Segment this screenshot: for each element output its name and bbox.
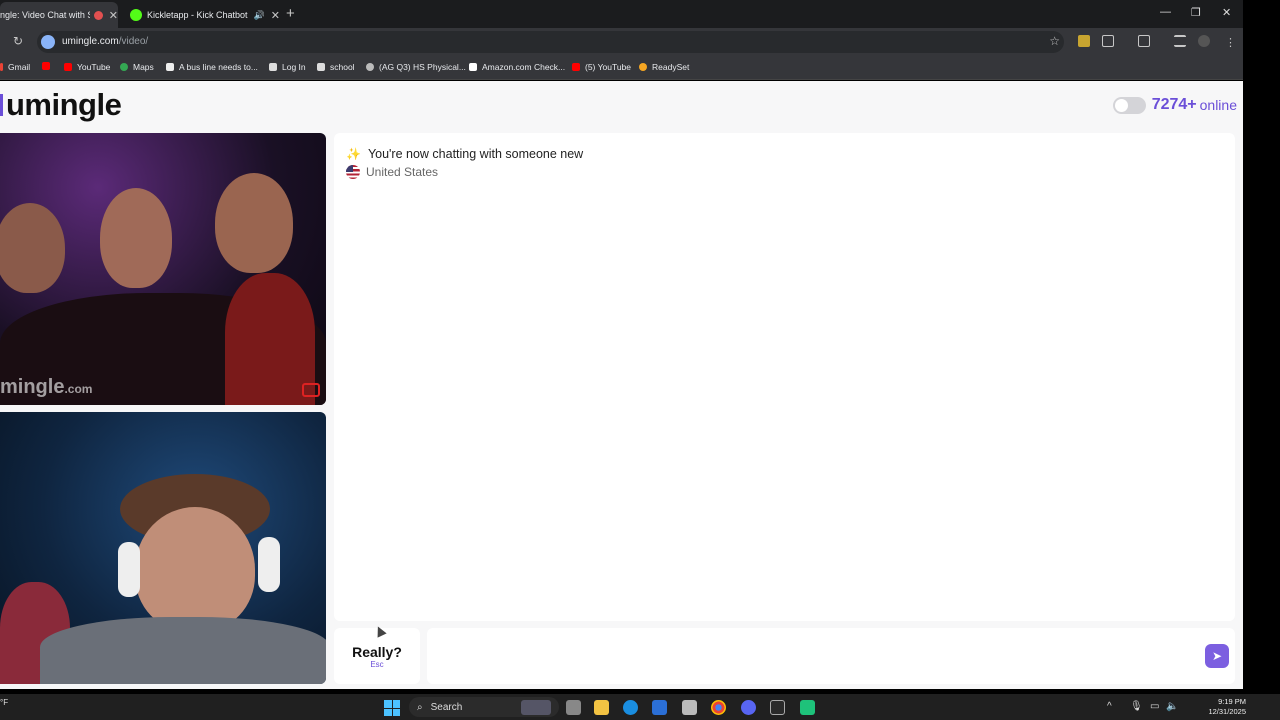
bookmarks-bar: Gmail YouTube Maps A bus line needs to..… (0, 56, 1243, 80)
url-text: umingle.com/video/ (62, 36, 148, 47)
speaker-icon[interactable]: 🔊 (254, 10, 265, 21)
taskbar-search-label: Search (430, 701, 463, 713)
logo-mark (0, 94, 3, 116)
close-tab-icon[interactable]: ✕ (271, 9, 280, 22)
local-shirt (40, 617, 326, 684)
site-info-icon[interactable] (41, 35, 55, 49)
microphone-icon[interactable]: 🎙 (1130, 701, 1143, 712)
tray-chevron-icon[interactable]: ^ (1107, 701, 1112, 712)
umingle-page: umingle 7274+ online mingle.com ✨ You're… (0, 81, 1243, 689)
taskbar: °F ⌕ Search ^ 🎙 ▭ 🔈 9:19 PM 12/31/2025 (0, 694, 1280, 720)
send-icon: ➤ (1211, 649, 1223, 663)
mail-icon[interactable] (652, 700, 667, 715)
bookmark-star-icon[interactable]: ☆ (1049, 34, 1060, 48)
bookmark-maps[interactable]: Maps (120, 62, 154, 72)
theme-toggle[interactable] (1112, 96, 1146, 114)
clock-date: 12/31/2025 (1208, 707, 1246, 716)
search-highlight-icon[interactable] (521, 700, 551, 715)
remote-face-3 (215, 173, 293, 273)
new-chat-line: ✨ You're now chatting with someone new (346, 147, 584, 161)
online-count: 7274+ (1151, 96, 1197, 113)
bookmark-youtube-icon[interactable] (42, 62, 55, 70)
store-icon[interactable] (682, 700, 697, 715)
country-line: United States (346, 165, 583, 179)
tab-strip: ngle: Video Chat with S ✕ Kickletapp - K… (0, 0, 1243, 28)
close-tab-icon[interactable]: ✕ (109, 9, 118, 22)
cast-icon[interactable] (1138, 35, 1150, 47)
headphones-left-icon (118, 542, 140, 597)
clock-time: 9:19 PM (1218, 697, 1246, 706)
task-view-icon[interactable] (566, 700, 581, 715)
bookmark-readyset[interactable]: ReadySet (639, 62, 689, 72)
tab-kicklet[interactable]: Kickletapp - Kick Chatbot a 🔊 ✕ (124, 2, 280, 28)
tab-title: ngle: Video Chat with S (0, 10, 90, 20)
recording-icon (93, 10, 103, 20)
tab-title: Kickletapp - Kick Chatbot a (147, 10, 248, 20)
sparkles-icon: ✨ (346, 147, 361, 161)
reload-icon[interactable]: ↻ (13, 34, 23, 48)
bookmark-youtube-5[interactable]: (5) YouTube (572, 62, 631, 72)
search-icon: ⌕ (417, 701, 423, 713)
remote-video: mingle.com (0, 133, 326, 405)
stop-button-hint: Esc (370, 660, 384, 669)
message-box: ➤ (427, 628, 1235, 684)
system-message: ✨ You're now chatting with someone new Un… (346, 147, 583, 179)
logo[interactable]: umingle (0, 87, 122, 123)
tab-umingle[interactable]: ngle: Video Chat with S ✕ (0, 2, 118, 28)
us-flag-icon (346, 165, 360, 179)
system-clock[interactable]: 9:19 PM 12/31/2025 (1208, 697, 1246, 717)
menu-kebab-icon[interactable]: ⋮ (1225, 36, 1236, 49)
maximize-icon[interactable]: ❐ (1191, 6, 1201, 19)
screen: ngle: Video Chat with S ✕ Kickletapp - K… (0, 0, 1280, 720)
remote-face-2 (100, 188, 172, 288)
weather-widget[interactable]: °F (0, 698, 8, 707)
bookmark-amazon[interactable]: Amazon.com Check... (469, 62, 565, 72)
browser-chrome: ngle: Video Chat with S ✕ Kickletapp - K… (0, 0, 1243, 80)
browser-toolbar: ↻ umingle.com/video/ ☆ ⋮ (0, 28, 1243, 56)
video-watermark: mingle.com (0, 376, 93, 398)
bookmark-hs-physical[interactable]: (AG Q3) HS Physical... (366, 62, 466, 72)
url-host: umingle.com (62, 36, 119, 47)
bookmark-log-in[interactable]: Log In (269, 62, 306, 72)
new-tab-icon[interactable]: + (286, 5, 295, 22)
headphones-right-icon (258, 537, 280, 592)
remote-face-1 (0, 203, 65, 293)
send-button[interactable]: ➤ (1205, 644, 1229, 668)
bookmark-school[interactable]: school (317, 62, 355, 72)
url-path: /video/ (118, 36, 149, 47)
online-counter: 7274+ online (1112, 96, 1237, 114)
online-label: online (1199, 97, 1237, 113)
address-bar[interactable]: umingle.com/video/ ☆ (37, 31, 1064, 53)
edge-icon[interactable] (623, 700, 638, 715)
chrome-icon[interactable] (711, 700, 726, 715)
bookmark-bus-line[interactable]: A bus line needs to... (166, 62, 258, 72)
profile-icon[interactable] (1198, 35, 1210, 47)
bookmark-gmail[interactable]: Gmail (0, 62, 30, 72)
windows-start-icon[interactable] (384, 700, 400, 716)
extension-icon[interactable] (1078, 35, 1090, 47)
chat-panel: ✨ You're now chatting with someone new Un… (334, 133, 1235, 621)
stop-button-label: Really? (352, 644, 402, 660)
volume-icon[interactable]: 🔈 (1166, 701, 1178, 712)
discord-icon[interactable] (741, 700, 756, 715)
local-video (0, 412, 326, 684)
network-icon[interactable]: ▭ (1150, 701, 1159, 712)
capcut-icon[interactable] (770, 700, 785, 715)
media-icon[interactable] (1174, 35, 1186, 47)
file-explorer-icon[interactable] (594, 700, 609, 715)
local-face (135, 507, 255, 632)
app-icon[interactable] (800, 700, 815, 715)
kicklet-favicon-icon (130, 9, 142, 21)
logo-text: umingle (6, 87, 122, 122)
message-input[interactable] (437, 638, 1197, 674)
report-icon[interactable] (302, 383, 320, 397)
bookmark-youtube[interactable]: YouTube (64, 62, 110, 72)
close-window-icon[interactable]: ✕ (1222, 6, 1231, 19)
minimize-icon[interactable]: — (1160, 6, 1171, 18)
extensions-puzzle-icon[interactable] (1102, 35, 1114, 47)
